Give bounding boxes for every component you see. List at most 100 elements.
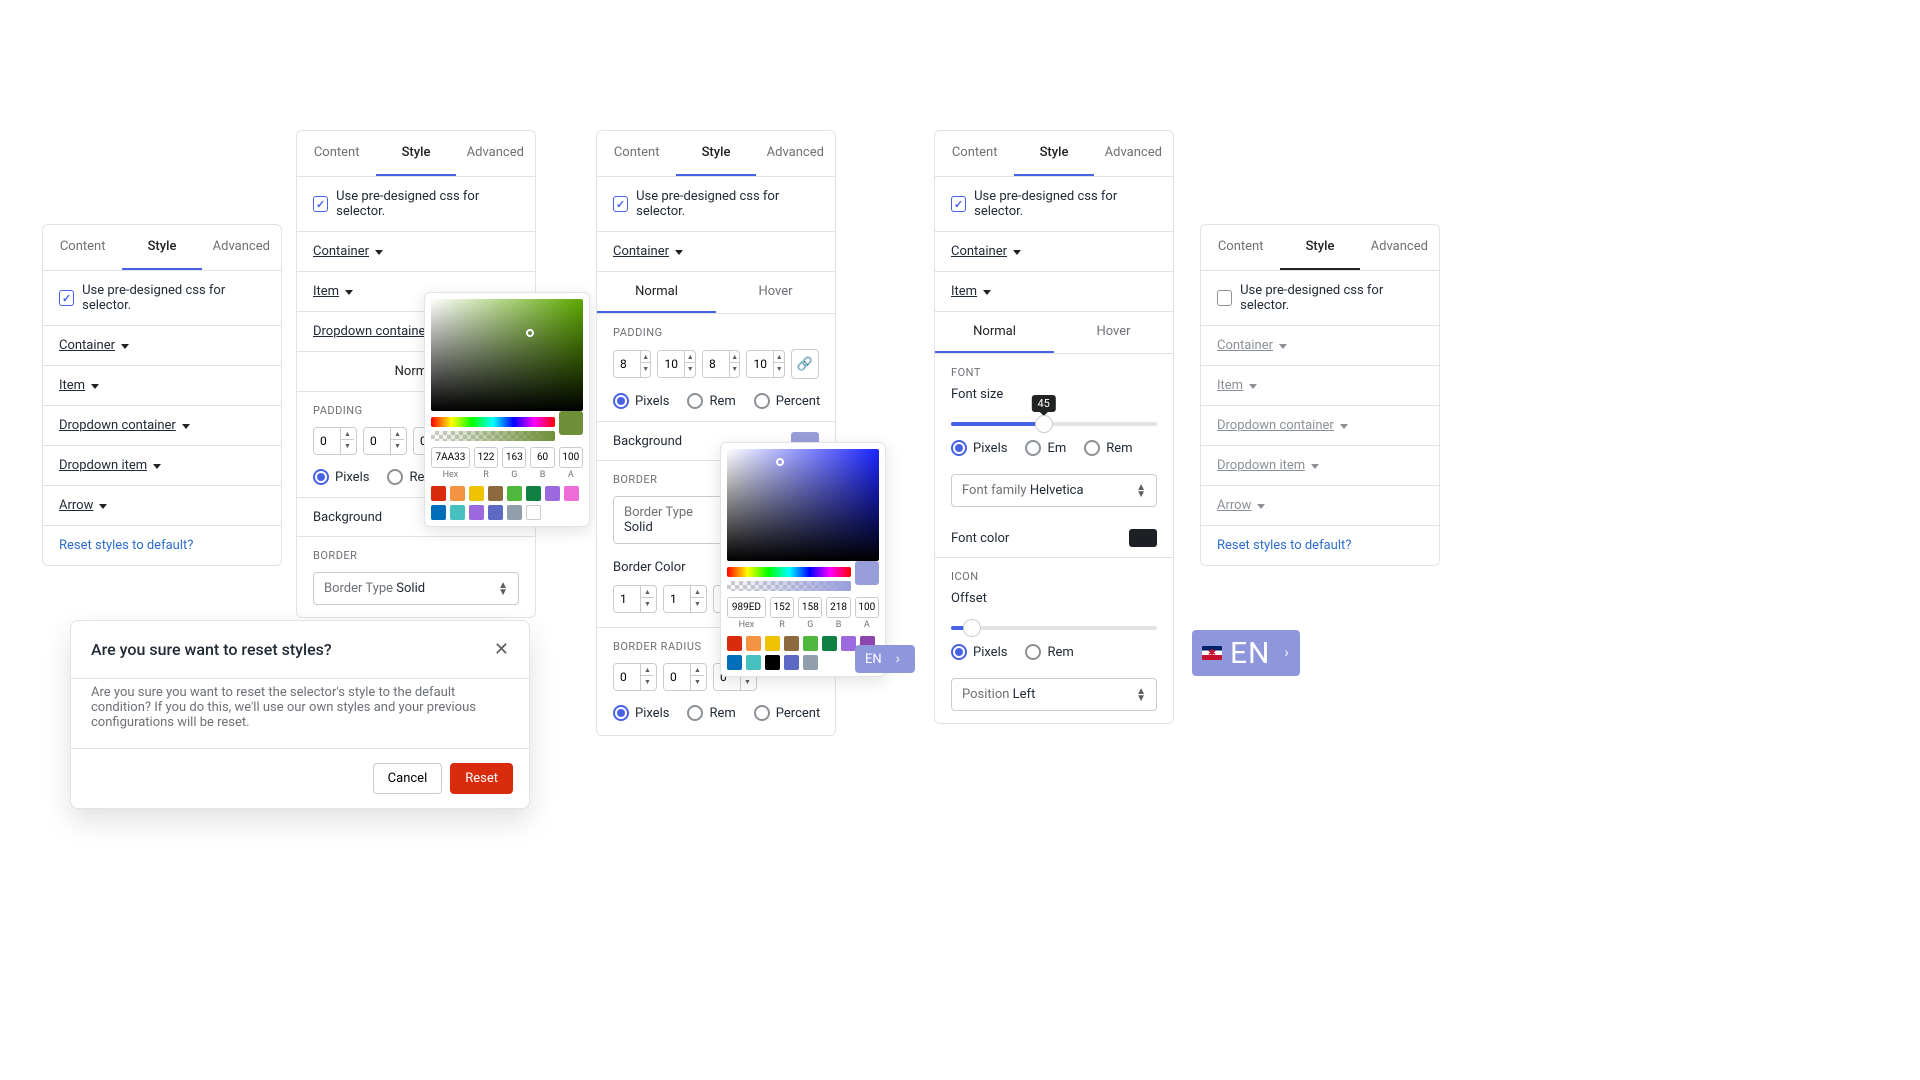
unit-rem[interactable]: Rem <box>687 705 735 721</box>
link-icon[interactable]: 🔗 <box>791 349 819 379</box>
g-input[interactable] <box>798 597 822 618</box>
section-container[interactable]: Container <box>313 244 383 259</box>
r-input[interactable] <box>770 597 794 618</box>
position-select[interactable]: Position Left ▲▼ <box>951 678 1157 711</box>
radius-1[interactable]: ▲▼ <box>613 663 657 691</box>
border-w-1[interactable]: ▲▼ <box>613 585 657 613</box>
tab-advanced[interactable]: Advanced <box>456 131 535 176</box>
checkbox-row[interactable]: Use pre-designed css for selector. <box>43 271 281 326</box>
border-label: BORDER <box>297 537 535 566</box>
subtab-normal[interactable]: Normal <box>597 272 716 313</box>
unit-pixels[interactable]: Pixels <box>951 644 1007 660</box>
tab-content[interactable]: Content <box>597 131 676 176</box>
tab-style[interactable]: Style <box>676 131 755 176</box>
tab-advanced[interactable]: Advanced <box>756 131 835 176</box>
hue-slider[interactable] <box>727 567 851 577</box>
unit-pixels[interactable]: Pixels <box>313 469 369 485</box>
tab-style[interactable]: Style <box>1014 131 1093 176</box>
hex-input[interactable] <box>727 597 766 618</box>
padding-top[interactable]: ▲▼ <box>313 427 357 455</box>
section-dropdown-container[interactable]: Dropdown container <box>1217 418 1348 433</box>
border-type-select[interactable]: Border Type Solid <box>613 496 723 544</box>
tab-style[interactable]: Style <box>122 225 201 270</box>
unit-pixels[interactable]: Pixels <box>613 393 669 409</box>
padding-top[interactable]: ▲▼ <box>613 350 651 378</box>
tab-style[interactable]: Style <box>1280 225 1359 270</box>
alpha-slider[interactable] <box>431 431 555 441</box>
tab-advanced[interactable]: Advanced <box>202 225 281 270</box>
slider-tooltip: 45 <box>1032 395 1056 412</box>
font-size-slider[interactable]: 45 <box>951 422 1157 426</box>
padding-bottom[interactable]: ▲▼ <box>702 350 740 378</box>
g-input[interactable] <box>502 447 526 468</box>
section-dropdown-item[interactable]: Dropdown item <box>59 458 161 473</box>
tab-content[interactable]: Content <box>1201 225 1280 270</box>
unit-rem[interactable]: Rem <box>687 393 735 409</box>
section-item[interactable]: Item <box>951 284 991 299</box>
b-input[interactable] <box>826 597 850 618</box>
tab-advanced[interactable]: Advanced <box>1360 225 1439 270</box>
section-container[interactable]: Container <box>951 244 1021 259</box>
sv-area[interactable] <box>727 449 879 561</box>
tabs: Content Style Advanced <box>43 225 281 271</box>
section-container[interactable]: Container <box>613 244 683 259</box>
unit-percent[interactable]: Percent <box>754 393 820 409</box>
section-container[interactable]: Container <box>1217 338 1287 353</box>
subtab-hover[interactable]: Hover <box>1054 312 1173 353</box>
border-w-2[interactable]: ▲▼ <box>663 585 707 613</box>
unit-pixels[interactable]: Pixels <box>951 440 1007 456</box>
hex-input[interactable] <box>431 447 470 468</box>
checkbox-icon <box>59 290 74 306</box>
cancel-button[interactable]: Cancel <box>373 763 443 794</box>
section-dropdown-container[interactable]: Dropdown container <box>59 418 190 433</box>
subtab-normal[interactable]: Normal <box>935 312 1054 353</box>
reset-button[interactable]: Reset <box>450 763 513 794</box>
checkbox-icon <box>313 196 328 212</box>
offset-label: Offset <box>935 587 1173 610</box>
reset-styles-link[interactable]: Reset styles to default? <box>1217 538 1351 553</box>
section-arrow[interactable]: Arrow <box>1217 498 1265 513</box>
sv-area[interactable] <box>431 299 583 411</box>
padding-left[interactable]: ▲▼ <box>746 350 784 378</box>
r-input[interactable] <box>474 447 498 468</box>
reset-styles-link[interactable]: Reset styles to default? <box>59 538 193 553</box>
tab-content[interactable]: Content <box>935 131 1014 176</box>
a-input[interactable] <box>559 447 583 468</box>
padding-right[interactable]: ▲▼ <box>363 427 407 455</box>
section-dropdown-item[interactable]: Dropdown item <box>1217 458 1319 473</box>
language-badge-small[interactable]: EN› <box>855 645 915 673</box>
background-label: Background <box>613 434 682 449</box>
style-panel-minimal: Content Style Advanced Use pre-designed … <box>42 224 282 566</box>
section-arrow[interactable]: Arrow <box>59 498 107 513</box>
offset-slider[interactable] <box>951 626 1157 630</box>
border-type-select[interactable]: Border Type Solid ▲▼ <box>313 572 519 605</box>
unit-pixels[interactable]: Pixels <box>613 705 669 721</box>
section-item[interactable]: Item <box>1217 378 1257 393</box>
radius-2[interactable]: ▲▼ <box>663 663 707 691</box>
alpha-slider[interactable] <box>727 581 851 591</box>
padding-right[interactable]: ▲▼ <box>657 350 695 378</box>
b-input[interactable] <box>530 447 554 468</box>
unit-rem[interactable]: Rem <box>1025 644 1073 660</box>
tab-content[interactable]: Content <box>43 225 122 270</box>
unit-rem[interactable]: Rem <box>1084 440 1132 456</box>
a-input[interactable] <box>855 597 879 618</box>
tab-advanced[interactable]: Advanced <box>1094 131 1173 176</box>
reset-modal: Are you sure want to reset styles? ✕ Are… <box>70 620 530 809</box>
tab-content[interactable]: Content <box>297 131 376 176</box>
language-badge-large[interactable]: EN › <box>1192 630 1300 676</box>
section-item[interactable]: Item <box>313 284 353 299</box>
section-item[interactable]: Item <box>59 378 99 393</box>
checkbox-label: Use pre-designed css for selector. <box>82 283 265 313</box>
tab-style[interactable]: Style <box>376 131 455 176</box>
unit-percent[interactable]: Percent <box>754 705 820 721</box>
section-container[interactable]: Container <box>59 338 129 353</box>
checkbox-icon[interactable] <box>1217 290 1232 306</box>
unit-em[interactable]: Em <box>1025 440 1066 456</box>
close-icon[interactable]: ✕ <box>494 639 509 660</box>
hue-slider[interactable] <box>431 417 555 427</box>
subtab-hover[interactable]: Hover <box>716 272 835 313</box>
font-color-swatch[interactable] <box>1129 529 1157 547</box>
font-family-select[interactable]: Font family Helvetica ▲▼ <box>951 474 1157 507</box>
style-panel-disabled: Content Style Advanced Use pre-designed … <box>1200 224 1440 566</box>
